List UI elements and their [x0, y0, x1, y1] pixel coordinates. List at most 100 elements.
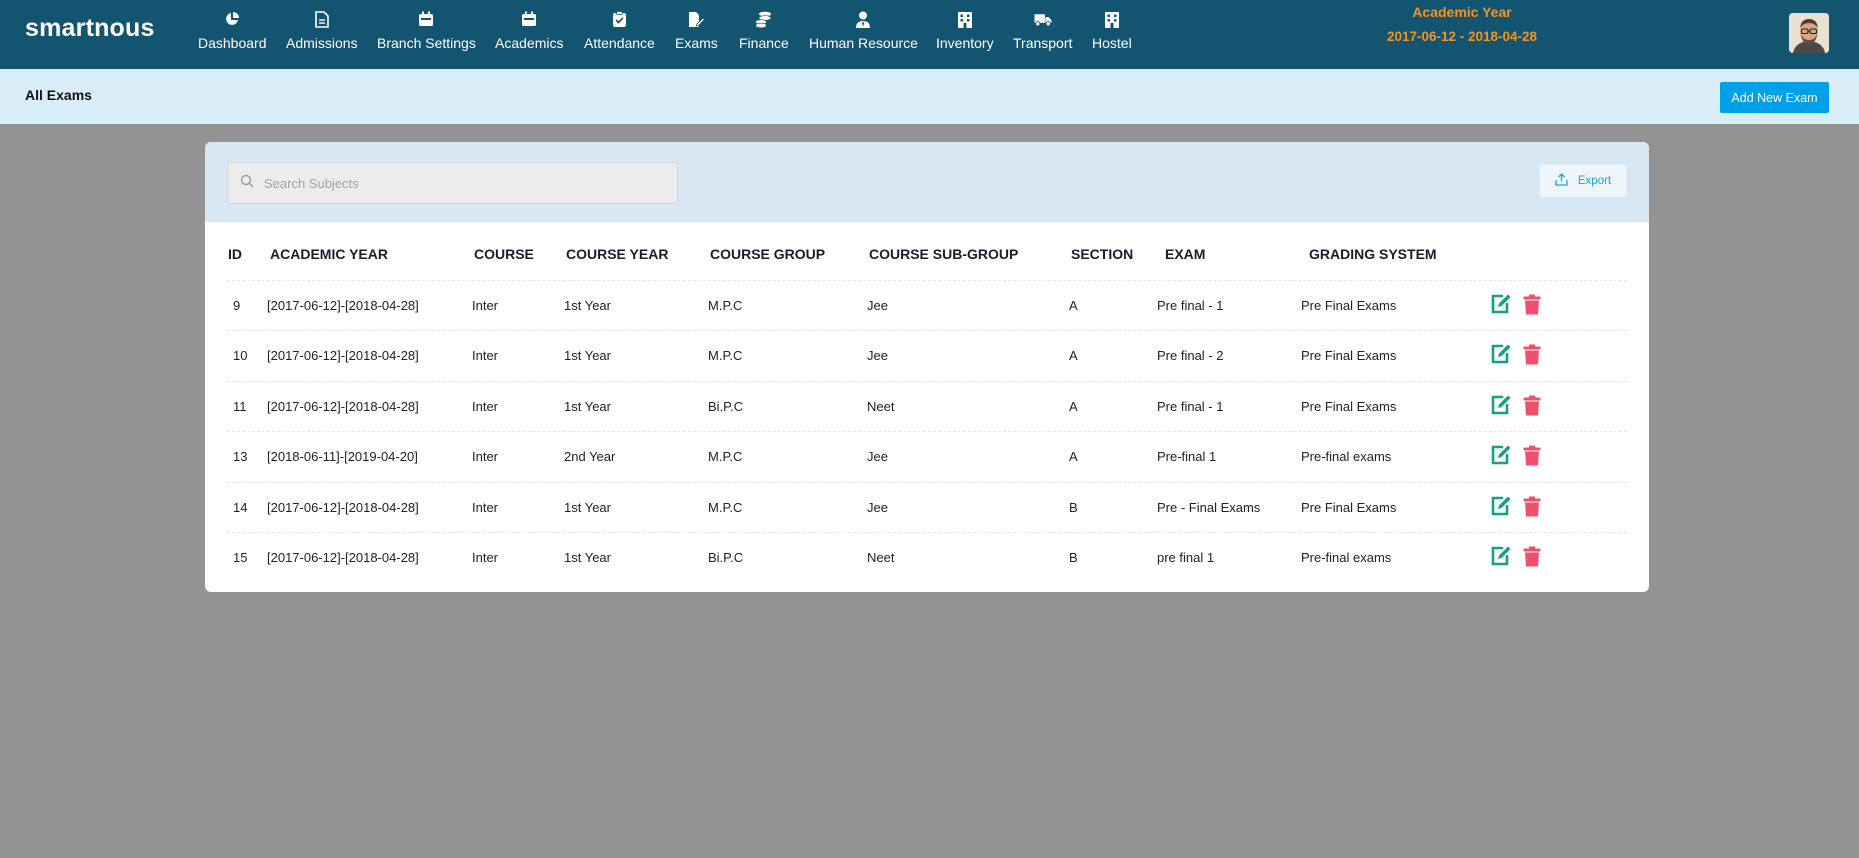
nav-transport[interactable]: Transport	[1013, 10, 1072, 54]
edit-icon[interactable]	[1489, 544, 1513, 568]
column-header-section[interactable]: SECTION	[1071, 246, 1133, 262]
nav-label: Academics	[495, 35, 564, 51]
exams-card: Search Subjects Export ID ACADEMIC YEAR …	[205, 142, 1649, 592]
search-input[interactable]: Search Subjects	[227, 162, 678, 204]
delete-icon[interactable]	[1520, 292, 1544, 316]
card-toolbar: Search Subjects Export	[205, 142, 1649, 222]
column-header-course[interactable]: COURSE	[474, 246, 534, 262]
cell-grading-system: Pre Final Exams	[1301, 399, 1397, 414]
calendar-icon	[520, 10, 538, 28]
calendar-icon	[417, 10, 435, 28]
pie-chart-icon	[223, 10, 241, 28]
delete-icon[interactable]	[1520, 494, 1544, 518]
table-row: 14 [2017-06-12]-[2018-04-28] Inter 1st Y…	[227, 482, 1627, 532]
nav-exams[interactable]: Exams	[675, 10, 718, 54]
cell-course: Inter	[472, 399, 499, 414]
nav-dashboard[interactable]: Dashboard	[198, 10, 267, 54]
table-row: 15 [2017-06-12]-[2018-04-28] Inter 1st Y…	[227, 532, 1627, 582]
nav-admissions[interactable]: Admissions	[286, 10, 358, 54]
nav-label: Hostel	[1092, 35, 1132, 51]
file-edit-icon	[687, 10, 705, 28]
column-header-id[interactable]: ID	[228, 246, 242, 262]
table-row: 13 [2018-06-11]-[2019-04-20] Inter 2nd Y…	[227, 431, 1627, 481]
edit-icon[interactable]	[1489, 443, 1513, 467]
brand-logo[interactable]: smartnous	[25, 14, 155, 43]
edit-icon[interactable]	[1489, 342, 1513, 366]
cell-course: Inter	[472, 449, 499, 464]
export-button[interactable]: Export	[1539, 164, 1627, 198]
column-header-exam[interactable]: EXAM	[1165, 246, 1205, 262]
cell-exam: Pre final - 1	[1157, 399, 1224, 414]
building-icon	[1103, 10, 1121, 28]
nav-label: Exams	[675, 35, 718, 51]
nav-human-resource[interactable]: Human Resource	[809, 10, 918, 54]
clipboard-check-icon	[610, 10, 628, 28]
delete-icon[interactable]	[1520, 342, 1544, 366]
export-icon	[1555, 173, 1568, 189]
cell-course-year: 1st Year	[564, 298, 611, 313]
search-icon	[240, 174, 254, 193]
edit-icon[interactable]	[1489, 494, 1513, 518]
cell-course-year: 1st Year	[564, 500, 611, 515]
cell-id: 15	[233, 550, 248, 565]
cell-grading-system: Pre-final exams	[1301, 550, 1392, 565]
cell-section: A	[1069, 399, 1078, 414]
delete-icon[interactable]	[1520, 443, 1544, 467]
document-icon	[313, 10, 331, 28]
truck-icon	[1034, 10, 1052, 28]
cell-course: Inter	[472, 500, 499, 515]
cell-course: Inter	[472, 348, 499, 363]
cell-course-sub-group: Jee	[867, 348, 888, 363]
academic-year-display: Academic Year 2017-06-12 - 2018-04-28	[1362, 4, 1562, 44]
cell-course-sub-group: Jee	[867, 449, 888, 464]
cell-academic-year: [2017-06-12]-[2018-04-28]	[267, 348, 419, 363]
coins-icon	[755, 10, 773, 28]
table-row: 11 [2017-06-12]-[2018-04-28] Inter 1st Y…	[227, 381, 1627, 431]
column-header-course-year[interactable]: COURSE YEAR	[566, 246, 668, 262]
cell-grading-system: Pre-final exams	[1301, 449, 1392, 464]
cell-id: 13	[233, 449, 248, 464]
nav-attendance[interactable]: Attendance	[584, 10, 655, 54]
nav-academics[interactable]: Academics	[495, 10, 563, 54]
edit-icon[interactable]	[1489, 393, 1513, 417]
cell-exam: Pre final - 1	[1157, 298, 1224, 313]
column-header-grading-system[interactable]: GRADING SYSTEM	[1309, 246, 1437, 262]
nav-label: Branch Settings	[377, 35, 476, 51]
nav-label: Transport	[1013, 35, 1073, 51]
cell-exam: pre final 1	[1157, 550, 1215, 565]
cell-id: 10	[233, 348, 248, 363]
nav-branch-settings[interactable]: Branch Settings	[377, 10, 476, 54]
cell-academic-year: [2017-06-12]-[2018-04-28]	[267, 500, 419, 515]
cell-course-group: M.P.C	[708, 500, 743, 515]
cell-course-year: 2nd Year	[564, 449, 616, 464]
add-new-exam-button[interactable]: Add New Exam	[1720, 82, 1829, 113]
avatar[interactable]	[1789, 13, 1829, 53]
table-row: 10 [2017-06-12]-[2018-04-28] Inter 1st Y…	[227, 330, 1627, 380]
cell-academic-year: [2017-06-12]-[2018-04-28]	[267, 298, 419, 313]
nav-label: Admissions	[286, 35, 358, 51]
cell-section: B	[1069, 500, 1078, 515]
cell-exam: Pre-final 1	[1157, 449, 1217, 464]
cell-exam: Pre final - 2	[1157, 348, 1224, 363]
export-label: Export	[1577, 175, 1612, 187]
cell-grading-system: Pre Final Exams	[1301, 298, 1397, 313]
cell-academic-year: [2018-06-11]-[2019-04-20]	[267, 449, 418, 464]
academic-year-title: Academic Year	[1412, 4, 1512, 20]
cell-id: 14	[233, 500, 248, 515]
nav-inventory[interactable]: Inventory	[936, 10, 994, 54]
column-header-course-group[interactable]: COURSE GROUP	[710, 246, 825, 262]
nav-finance[interactable]: Finance	[739, 10, 789, 54]
cell-section: A	[1069, 348, 1078, 363]
building-icon	[956, 10, 974, 28]
academic-year-range[interactable]: 2017-06-12 - 2018-04-28	[1362, 29, 1562, 44]
cell-course-sub-group: Neet	[867, 550, 895, 565]
edit-icon[interactable]	[1489, 292, 1513, 316]
nav-hostel[interactable]: Hostel	[1092, 10, 1132, 54]
column-header-course-sub-group[interactable]: COURSE SUB-GROUP	[869, 246, 1018, 262]
cell-academic-year: [2017-06-12]-[2018-04-28]	[267, 399, 419, 414]
delete-icon[interactable]	[1520, 544, 1544, 568]
nav-label: Inventory	[936, 35, 994, 51]
delete-icon[interactable]	[1520, 393, 1544, 417]
column-header-academic-year[interactable]: ACADEMIC YEAR	[270, 246, 388, 262]
cell-exam: Pre - Final Exams	[1157, 500, 1261, 515]
